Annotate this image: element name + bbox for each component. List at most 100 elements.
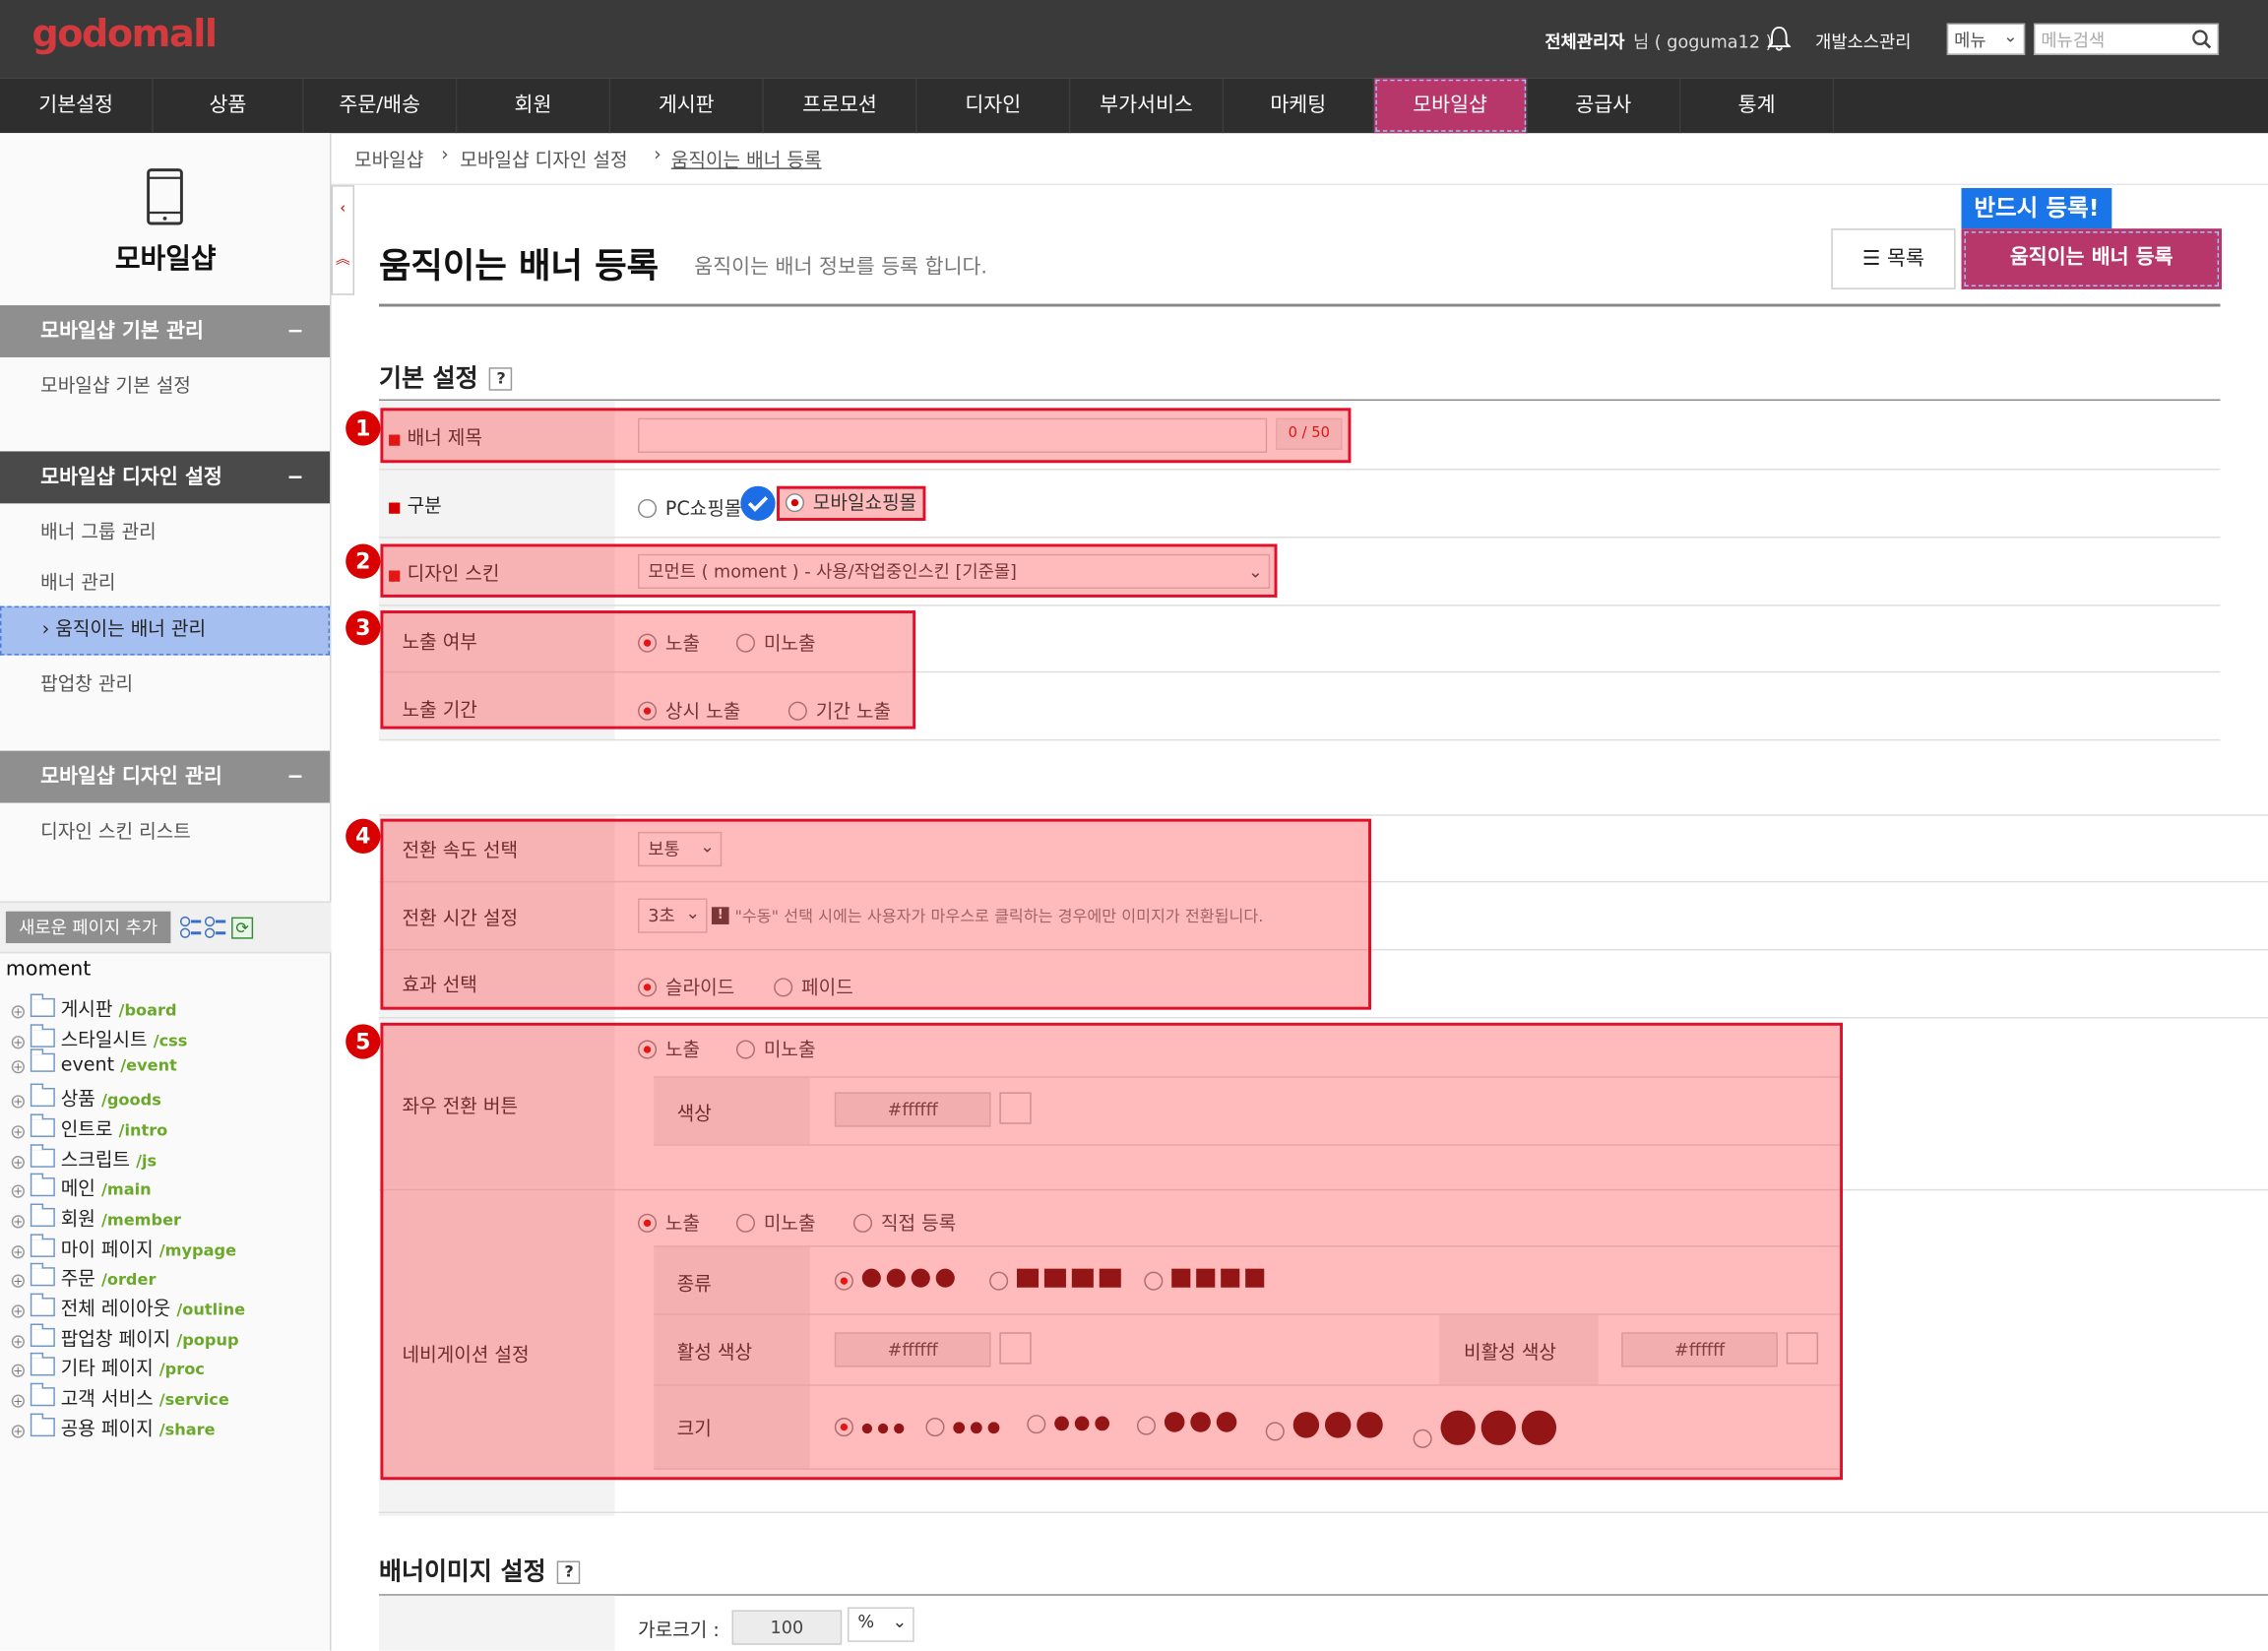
menu-search-input[interactable]: 메뉴검색	[2033, 23, 2220, 55]
tree-root[interactable]: moment	[6, 958, 91, 982]
sidebar-item-banner-group[interactable]: 배너 그룹 관리	[40, 517, 157, 543]
expand-icon[interactable]: +	[11, 1060, 25, 1074]
breadcrumb-current[interactable]: 움직이는 배너 등록	[671, 145, 822, 172]
sidebar-group-design-manage[interactable]: 모바일샵 디자인 관리 −	[0, 750, 331, 803]
tree-item[interactable]: + 회원 /member	[11, 1203, 181, 1232]
highlight-box	[380, 408, 1352, 464]
mobile-icon	[146, 167, 183, 231]
collapse-icon[interactable]: −	[286, 305, 303, 357]
expand-icon[interactable]: +	[11, 1394, 25, 1408]
page-subtitle: 움직이는 배너 정보를 등록 합니다.	[694, 256, 987, 280]
collapse-icon[interactable]: −	[286, 751, 303, 803]
gnb-item[interactable]: 기본설정	[0, 78, 154, 134]
sidebar-item-banner[interactable]: 배너 관리	[40, 567, 115, 595]
folder-icon	[30, 1173, 55, 1197]
expand-icon[interactable]: +	[11, 1244, 25, 1258]
expand-icon[interactable]: +	[11, 1365, 25, 1378]
sidebar-group-design-settings[interactable]: 모바일샵 디자인 설정 −	[0, 451, 331, 504]
admin-name: 전체관리자	[1544, 32, 1625, 52]
scroll-top-icon[interactable]: ︽	[333, 246, 353, 268]
search-icon[interactable]	[2191, 29, 2212, 49]
breadcrumb-item[interactable]: 모바일샵	[354, 145, 423, 172]
tree-item[interactable]: + 기타 페이지 /proc	[11, 1353, 205, 1381]
tree-item[interactable]: + 인트로 /intro	[11, 1113, 167, 1142]
sidebar-item-basic-settings[interactable]: 모바일샵 기본 설정	[40, 370, 191, 398]
sidebar-toggle[interactable]: ‹ ︽	[331, 185, 355, 295]
tree-item[interactable]: + 메인 /main	[11, 1173, 152, 1202]
gnb-item[interactable]: 주문/배송	[304, 78, 458, 134]
chevron-down-icon: ⌄	[2003, 26, 2018, 47]
expand-icon[interactable]: +	[11, 1095, 25, 1109]
tree-item[interactable]: + 팝업창 페이지 /popup	[11, 1323, 239, 1352]
expand-icon[interactable]: +	[11, 1124, 25, 1139]
refresh-icon[interactable]: ⟳	[231, 917, 254, 939]
gnb-item[interactable]: 회원	[457, 78, 611, 134]
tree-item[interactable]: + 상품 /goods	[11, 1083, 161, 1112]
menu-select[interactable]: 메뉴 ⌄	[1946, 23, 2026, 55]
gnb-item[interactable]: 공급사	[1528, 78, 1681, 134]
tree-item[interactable]: + 마이 페이지 /mypage	[11, 1233, 236, 1262]
breadcrumb-separator-icon: ›	[441, 144, 449, 166]
dev-source-link[interactable]: 개발소스관리	[1815, 29, 1911, 53]
tree-item[interactable]: + 고객 서비스 /service	[11, 1382, 229, 1412]
tree-item[interactable]: + 주문 /order	[11, 1263, 156, 1292]
breadcrumb-item[interactable]: 모바일샵 디자인 설정	[460, 145, 627, 172]
tree-item[interactable]: + 게시판 /board	[11, 993, 177, 1022]
folder-icon	[30, 1203, 55, 1227]
expand-icon[interactable]: +	[11, 1274, 25, 1289]
collapse-left-icon[interactable]: ‹	[333, 201, 353, 217]
folder-icon	[30, 1233, 55, 1257]
list-button[interactable]: ☰ 목록	[1831, 228, 1956, 289]
register-banner-button[interactable]: 움직이는 배너 등록	[1961, 228, 2222, 289]
sidebar-item-popup[interactable]: 팝업창 관리	[40, 668, 133, 696]
folder-icon	[30, 1382, 55, 1407]
expand-icon[interactable]: +	[11, 1304, 25, 1318]
step-badge: 1	[346, 411, 381, 446]
main-navigation: 기본설정 상품 주문/배송 회원 게시판 프로모션 디자인 부가서비스 마케팅 …	[0, 78, 2268, 134]
category-pc-radio[interactable]: PC쇼핑몰	[638, 493, 742, 521]
gnb-item[interactable]: 부가서비스	[1070, 78, 1225, 134]
expand-icon[interactable]: +	[11, 1005, 25, 1019]
width-unit-select[interactable]: % ⌄	[848, 1607, 914, 1642]
label-column	[378, 1595, 615, 1651]
gnb-item[interactable]: 통계	[1680, 78, 1835, 134]
godomall-logo[interactable]: godomall	[32, 13, 218, 56]
expand-icon[interactable]: +	[11, 1155, 25, 1169]
gnb-item[interactable]: 마케팅	[1224, 78, 1374, 134]
sidebar-item-skin-list[interactable]: 디자인 스킨 리스트	[40, 816, 191, 844]
sidebar-group-basic[interactable]: 모바일샵 기본 관리 −	[0, 305, 331, 357]
collapse-icon[interactable]: −	[286, 451, 303, 503]
width-input[interactable]: 100	[731, 1610, 843, 1645]
gnb-item[interactable]: 디자인	[917, 78, 1071, 134]
tree-item[interactable]: + 공용 페이지 /share	[11, 1413, 216, 1441]
category-mobile-radio[interactable]: 모바일쇼핑몰	[777, 485, 926, 521]
folder-icon	[30, 1113, 55, 1137]
category-label: ■ 구분	[387, 496, 442, 519]
sidebar-item-moving-banner[interactable]: › 움직이는 배너 관리	[0, 605, 331, 656]
breadcrumb-separator-icon: ›	[654, 144, 662, 166]
tree-item[interactable]: + 전체 레이아웃 /outline	[11, 1293, 245, 1322]
help-icon[interactable]: ?	[557, 1560, 581, 1584]
step-badge: 4	[346, 818, 381, 854]
gnb-item[interactable]: 프로모션	[764, 78, 917, 134]
tree-item[interactable]: + event /event	[11, 1048, 177, 1082]
gnb-item-active[interactable]: 모바일샵	[1373, 78, 1528, 134]
collapse-tree-icon[interactable]	[204, 916, 227, 944]
expand-tree-icon[interactable]	[179, 916, 203, 944]
expand-icon[interactable]: +	[11, 1035, 25, 1048]
folder-icon	[30, 1323, 55, 1347]
expand-icon[interactable]: +	[11, 1334, 25, 1349]
expand-icon[interactable]: +	[11, 1184, 25, 1198]
bell-icon[interactable]	[1766, 26, 1792, 51]
add-page-button[interactable]: 새로운 페이지 추가	[5, 911, 171, 944]
highlight-box	[380, 818, 1371, 1010]
tree-item[interactable]: + 스크립트 /js	[11, 1143, 157, 1173]
tree-item[interactable]: + 스타일시트 /css	[11, 1023, 187, 1052]
admin-id: 님 ( goguma12 )	[1632, 32, 1773, 52]
help-icon[interactable]: ?	[489, 367, 513, 391]
gnb-item[interactable]: 상품	[154, 78, 304, 134]
folder-icon	[30, 1353, 55, 1376]
gnb-item[interactable]: 게시판	[610, 78, 764, 134]
expand-icon[interactable]: +	[11, 1215, 25, 1229]
expand-icon[interactable]: +	[11, 1425, 25, 1438]
